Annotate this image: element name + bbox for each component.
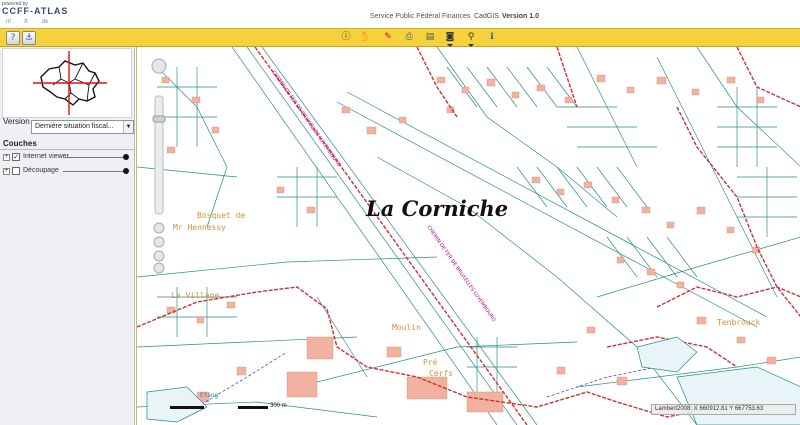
map-label-bosquet: Bosquet de — [197, 211, 246, 220]
layers-divider — [0, 149, 134, 150]
scale-label: 300 m — [270, 403, 287, 409]
svg-text:CHEMIN DE FER DE BRUXELLES LUX: CHEMIN DE FER DE BRUXELLES LUXEMBOURG — [270, 70, 341, 168]
info-tool-button[interactable]: ℹ — [485, 31, 499, 45]
document-icon: ▤ — [425, 32, 435, 42]
opacity-slider-track[interactable] — [63, 157, 125, 158]
cadastral-map: CHEMIN DE FER DE BRUXELLES LUXEMBOURG CH… — [137, 47, 800, 425]
chevron-down-icon[interactable]: ▼ — [123, 121, 133, 133]
main-toolbar: ? ⚓ ⓘ ✋ ✎ ⎙ ▤ ◙ ⚲ ℹ — [0, 28, 800, 47]
language-de-link[interactable]: de — [42, 19, 49, 25]
layer-label: Découpage — [23, 167, 59, 174]
layer-row-decoupage: + Découpage — [3, 167, 133, 177]
layer-row-internet-viewer: + ✓ Internet viewer — [3, 153, 133, 163]
pan-icon: ✋ — [359, 32, 371, 42]
opacity-slider-handle[interactable] — [123, 154, 129, 160]
belgium-overview-icon — [33, 51, 107, 115]
map-label-etang: Etang — [200, 392, 219, 399]
brand-logo: CCFF-ATLAS — [2, 6, 69, 16]
print-icon: ⎙ — [405, 32, 413, 42]
layers-title: Couches — [3, 139, 37, 148]
map-label-moulin: Moulin — [392, 323, 421, 332]
pan-tool-button[interactable]: ✋ — [358, 31, 372, 45]
map-label-cerfs: Cerfs — [429, 369, 454, 378]
anchor-button[interactable]: ⚓ — [22, 31, 36, 45]
camera-icon: ◙ — [445, 32, 455, 42]
zoom-control — [148, 56, 170, 274]
info-icon: ℹ — [490, 32, 494, 42]
layer-checkbox[interactable] — [12, 167, 20, 175]
language-nl-link[interactable]: nl — [6, 19, 11, 25]
overview-map[interactable] — [2, 48, 132, 118]
camera-tool-button[interactable]: ◙ — [443, 31, 457, 45]
svg-text:CHEMIN DE FER DE BRUXELLES LUX: CHEMIN DE FER DE BRUXELLES LUXEMBOURG — [425, 225, 496, 323]
search-tool-button[interactable]: ⚲ — [464, 31, 478, 45]
map-label-pre: Pré — [423, 358, 438, 367]
anchor-icon: ⚓ — [24, 33, 34, 43]
language-fr-link[interactable]: fr — [24, 19, 28, 25]
location-title: La Corniche — [366, 196, 509, 221]
language-switcher: nl fr de — [6, 19, 60, 25]
expand-icon[interactable]: + — [3, 154, 10, 161]
layer-checkbox[interactable]: ✓ — [12, 153, 20, 161]
coordinate-readout: Lambert2008: X 660912.81 Y 667753.63 — [651, 404, 796, 415]
information-icon: ⓘ — [341, 32, 351, 42]
version-select-value: Dernière situation fiscal... — [35, 123, 114, 130]
help-icon: ? — [10, 33, 16, 43]
app-version: Version 1.0 — [502, 13, 539, 20]
opacity-slider-track[interactable] — [63, 171, 125, 172]
edit-icon: ✎ — [384, 32, 392, 42]
map-label-hennessy: Mr Hennessy — [173, 223, 226, 232]
search-icon: ⚲ — [467, 32, 475, 42]
map-label-tenbrouck: Tenbrouck — [717, 318, 761, 327]
left-panel: Version Dernière situation fiscal... ▼ C… — [0, 47, 135, 425]
map-label-village: Le Village — [171, 291, 220, 300]
help-button[interactable]: ? — [6, 31, 20, 45]
print-tool-button[interactable]: ⎙ — [402, 31, 416, 45]
document-tool-button[interactable]: ▤ — [423, 31, 437, 45]
app-header: powered by CCFF-ATLAS nl fr de Service P… — [0, 0, 800, 28]
scale-bar: 300 m — [170, 403, 300, 413]
version-select[interactable]: Dernière situation fiscal... ▼ — [31, 120, 134, 134]
zoom-slider-icon — [151, 58, 167, 274]
ministry-name: Service Public Fédéral Finances — [370, 13, 471, 20]
expand-icon[interactable]: + — [3, 168, 10, 175]
map-canvas[interactable]: CHEMIN DE FER DE BRUXELLES LUXEMBOURG CH… — [136, 47, 800, 425]
identify-tool-button[interactable]: ⓘ — [339, 31, 353, 45]
app-name: CadGIS — [474, 13, 499, 20]
opacity-slider-handle[interactable] — [123, 168, 129, 174]
version-label: Version — [3, 117, 30, 126]
edit-tool-button[interactable]: ✎ — [381, 31, 395, 45]
